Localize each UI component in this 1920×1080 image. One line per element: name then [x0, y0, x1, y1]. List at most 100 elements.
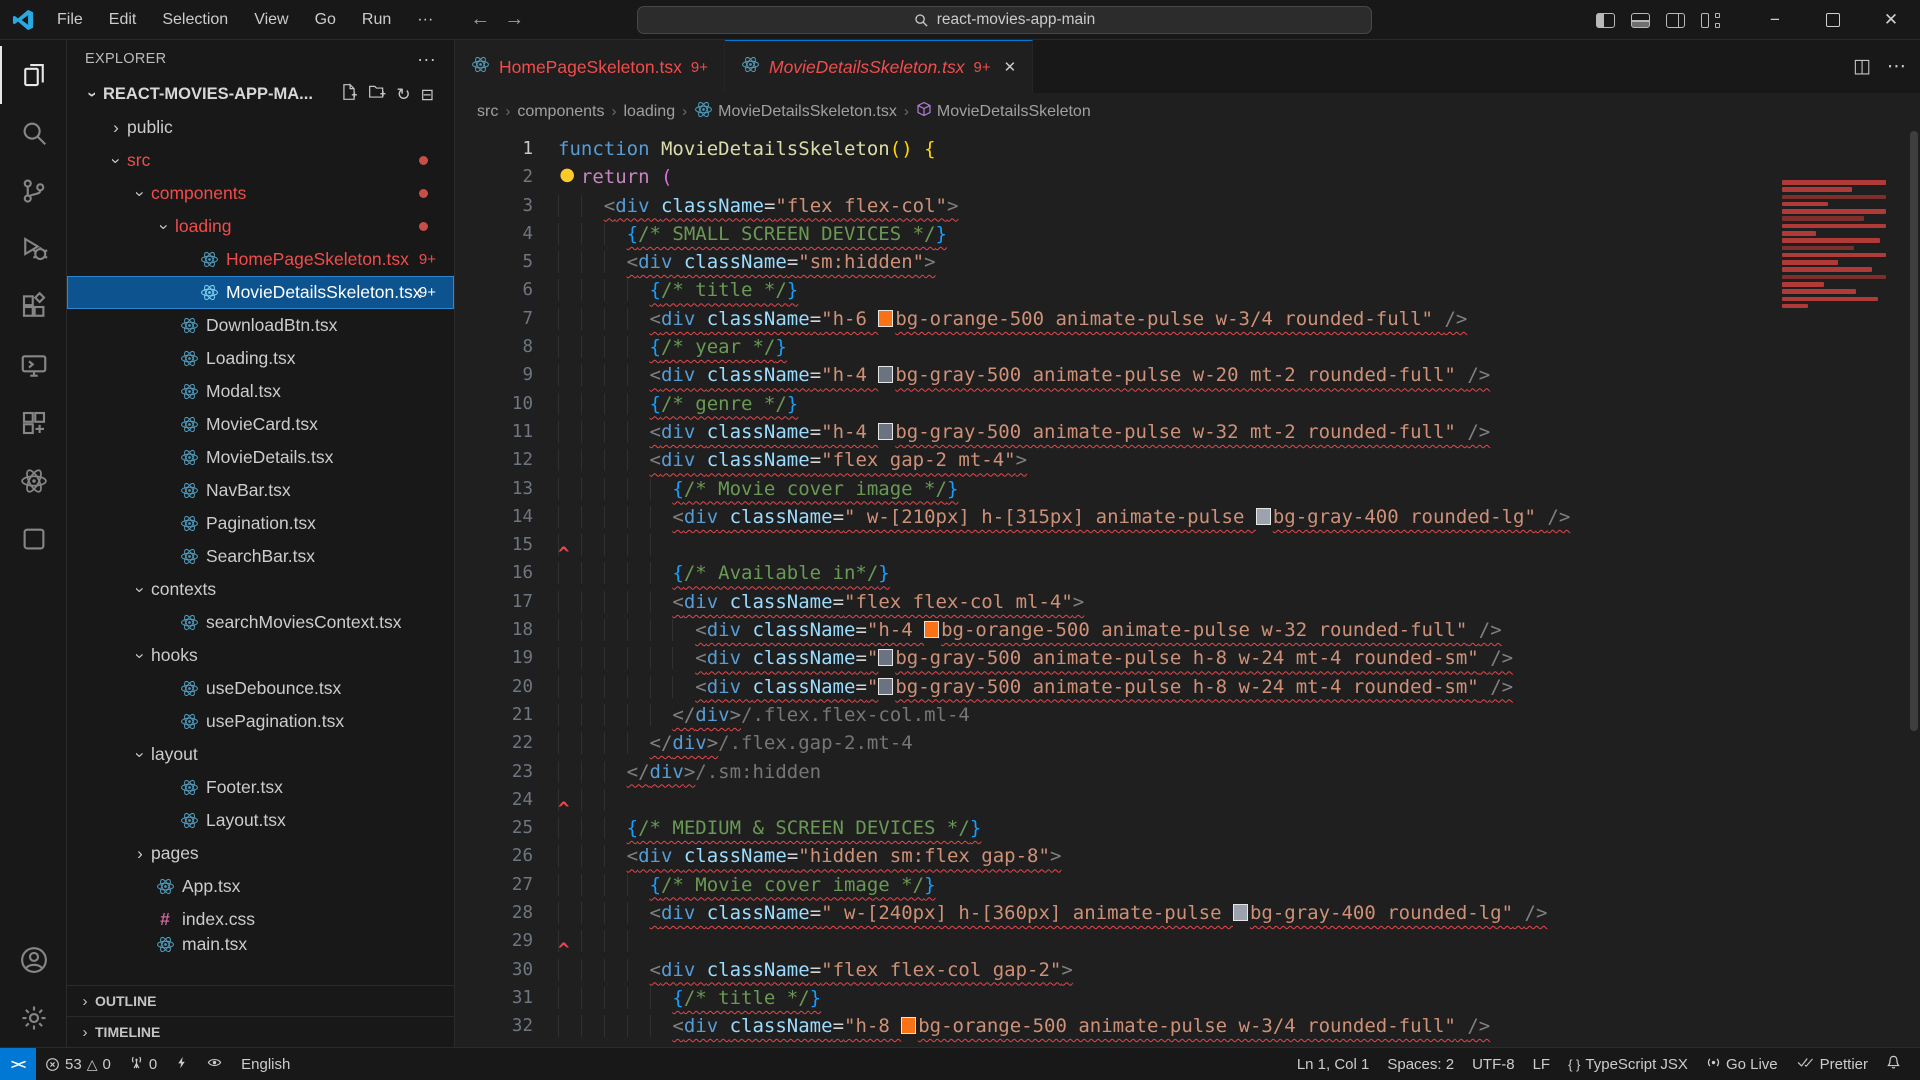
- status-ports[interactable]: 0: [120, 1055, 166, 1074]
- refresh-icon[interactable]: ↻: [396, 85, 410, 105]
- tree-folder-components[interactable]: ›components: [67, 177, 454, 210]
- menu-go[interactable]: Go: [304, 6, 347, 34]
- code-editor[interactable]: 1function MovieDetailsSkeleton() {2retur…: [455, 130, 1920, 1047]
- toggle-panel-icon[interactable]: [1631, 13, 1650, 28]
- tree-file-homepageskeleton.tsx[interactable]: HomePageSkeleton.tsx9+: [67, 243, 454, 276]
- status-power[interactable]: [166, 1055, 197, 1074]
- tree-file-usedebounce.tsx[interactable]: useDebounce.tsx: [67, 672, 454, 705]
- live-server-icon[interactable]: [0, 510, 67, 568]
- status-prettier[interactable]: Prettier: [1787, 1055, 1877, 1073]
- breadcrumb-item-moviedetailsskeleton.tsx[interactable]: MovieDetailsSkeleton.tsx: [694, 100, 897, 124]
- status-encoding[interactable]: UTF-8: [1463, 1056, 1524, 1073]
- code-line: 7<div className="h-6 bg-orange-500 anima…: [455, 305, 1920, 333]
- menu-view[interactable]: View: [243, 6, 299, 34]
- run-debug-icon[interactable]: [0, 220, 67, 278]
- workspace-root-row[interactable]: › REACT-MOVIES-APP-MA... ↻⊟: [67, 78, 454, 111]
- source-control-icon[interactable]: [0, 162, 67, 220]
- menu-edit[interactable]: Edit: [98, 6, 148, 34]
- tab-moviedetailsskeleton.tsx[interactable]: MovieDetailsSkeleton.tsx9+✕: [725, 40, 1033, 93]
- status-problems[interactable]: 53△0: [36, 1056, 120, 1073]
- breadcrumb-item-src[interactable]: src: [477, 103, 498, 121]
- tree-file-moviedetails.tsx[interactable]: MovieDetails.tsx: [67, 441, 454, 474]
- tree-file-app.tsx[interactable]: App.tsx: [67, 870, 454, 903]
- menu-run[interactable]: Run: [351, 6, 402, 34]
- breadcrumb-item-components[interactable]: components: [517, 103, 604, 121]
- code-line: 12<div className="flex gap-2 mt-4">: [455, 446, 1920, 474]
- command-center-search[interactable]: react-movies-app-main: [637, 6, 1372, 34]
- tree-folder-pages[interactable]: ›pages: [67, 837, 454, 870]
- tree-file-loading.tsx[interactable]: Loading.tsx: [67, 342, 454, 375]
- status-indentation[interactable]: Spaces: 2: [1378, 1056, 1463, 1073]
- extensions-icon[interactable]: [0, 278, 67, 336]
- tree-file-searchbar.tsx[interactable]: SearchBar.tsx: [67, 540, 454, 573]
- tree-file-searchmoviescontext.tsx[interactable]: searchMoviesContext.tsx: [67, 606, 454, 639]
- search-icon[interactable]: [0, 104, 67, 162]
- status-go-live[interactable]: Go Live: [1697, 1055, 1787, 1074]
- tab-homepageskeleton.tsx[interactable]: HomePageSkeleton.tsx9+: [455, 40, 725, 93]
- tree-file-usepagination.tsx[interactable]: usePagination.tsx: [67, 705, 454, 738]
- indent-guide: [627, 364, 650, 386]
- tree-folder-public[interactable]: ›public: [67, 111, 454, 144]
- tree-folder-layout[interactable]: ›layout: [67, 738, 454, 771]
- settings-gear-icon[interactable]: [0, 989, 67, 1047]
- remote-explorer-icon[interactable]: [0, 336, 67, 394]
- status-language-mode[interactable]: { }TypeScript JSX: [1559, 1056, 1697, 1073]
- tree-folder-hooks[interactable]: ›hooks: [67, 639, 454, 672]
- explorer-more-actions-icon[interactable]: ···: [417, 49, 436, 70]
- tree-file-modal.tsx[interactable]: Modal.tsx: [67, 375, 454, 408]
- menu-file[interactable]: File: [46, 6, 94, 34]
- nav-forward-icon[interactable]: →: [504, 8, 524, 31]
- breadcrumb-item-loading[interactable]: loading: [624, 103, 676, 121]
- tree-file-moviedetailsskeleton.tsx[interactable]: MovieDetailsSkeleton.tsx9+: [67, 276, 454, 309]
- status-cursor-position[interactable]: Ln 1, Col 1: [1288, 1056, 1379, 1073]
- indent-guide: [581, 647, 604, 669]
- tree-file-layout.tsx[interactable]: Layout.tsx: [67, 804, 454, 837]
- lightbulb-icon[interactable]: [558, 167, 581, 187]
- error-squiggle: </div>: [558, 704, 741, 726]
- timeline-section-header[interactable]: › TIMELINE: [67, 1016, 454, 1047]
- status-notifications[interactable]: [1877, 1054, 1910, 1074]
- toggle-sidebar-icon[interactable]: [1596, 13, 1615, 28]
- nav-back-icon[interactable]: ←: [470, 8, 490, 31]
- tree-file-footer.tsx[interactable]: Footer.tsx: [67, 771, 454, 804]
- tree-file-pagination.tsx[interactable]: Pagination.tsx: [67, 507, 454, 540]
- tree-file-moviecard.tsx[interactable]: MovieCard.tsx: [67, 408, 454, 441]
- indent-guide: [558, 449, 581, 471]
- more-actions-icon[interactable]: ⋯: [1887, 55, 1906, 78]
- line-number: 16: [455, 559, 533, 587]
- error-squiggle: <div className="bg-gray-500 animate-puls…: [558, 647, 1513, 669]
- addon-icon[interactable]: [0, 394, 67, 452]
- status-preview[interactable]: [197, 1055, 232, 1074]
- collapse-all-icon[interactable]: ⊟: [421, 85, 434, 105]
- remote-indicator[interactable]: ><: [0, 1048, 36, 1080]
- vertical-scrollbar[interactable]: [1908, 93, 1920, 1047]
- tree-file-main.tsx[interactable]: main.tsx: [67, 936, 454, 952]
- new-file-icon[interactable]: [340, 83, 358, 106]
- status-spell-language[interactable]: English: [232, 1056, 299, 1073]
- tree-file-downloadbtn.tsx[interactable]: DownloadBtn.tsx: [67, 309, 454, 342]
- menu-more[interactable]: ···: [406, 6, 444, 34]
- breadcrumb-item-moviedetailsskeleton[interactable]: MovieDetailsSkeleton: [916, 101, 1091, 122]
- tree-file-index.css[interactable]: #index.css: [67, 903, 454, 936]
- tree-folder-loading[interactable]: ›loading: [67, 210, 454, 243]
- customize-layout-icon[interactable]: [1701, 13, 1720, 28]
- close-button[interactable]: ✕: [1862, 0, 1920, 40]
- outline-section-header[interactable]: › OUTLINE: [67, 985, 454, 1016]
- atom-icon[interactable]: [0, 452, 67, 510]
- tree-folder-contexts[interactable]: ›contexts: [67, 573, 454, 606]
- account-icon[interactable]: [0, 931, 67, 989]
- menu-selection[interactable]: Selection: [151, 6, 239, 34]
- new-folder-icon[interactable]: [368, 83, 386, 106]
- tree-folder-src[interactable]: ›src: [67, 144, 454, 177]
- tree-item-label: useDebounce.tsx: [206, 678, 341, 699]
- close-icon[interactable]: ✕: [1004, 58, 1017, 76]
- toggle-secondary-sidebar-icon[interactable]: [1666, 13, 1685, 28]
- minimap[interactable]: [1782, 93, 1908, 1047]
- minimize-button[interactable]: −: [1746, 0, 1804, 40]
- explorer-icon[interactable]: [0, 46, 67, 104]
- restore-button[interactable]: [1804, 0, 1862, 40]
- tree-file-navbar.tsx[interactable]: NavBar.tsx: [67, 474, 454, 507]
- status-eol[interactable]: LF: [1524, 1056, 1560, 1073]
- scrollbar-thumb[interactable]: [1910, 131, 1918, 731]
- split-editor-icon[interactable]: ◫: [1853, 55, 1871, 78]
